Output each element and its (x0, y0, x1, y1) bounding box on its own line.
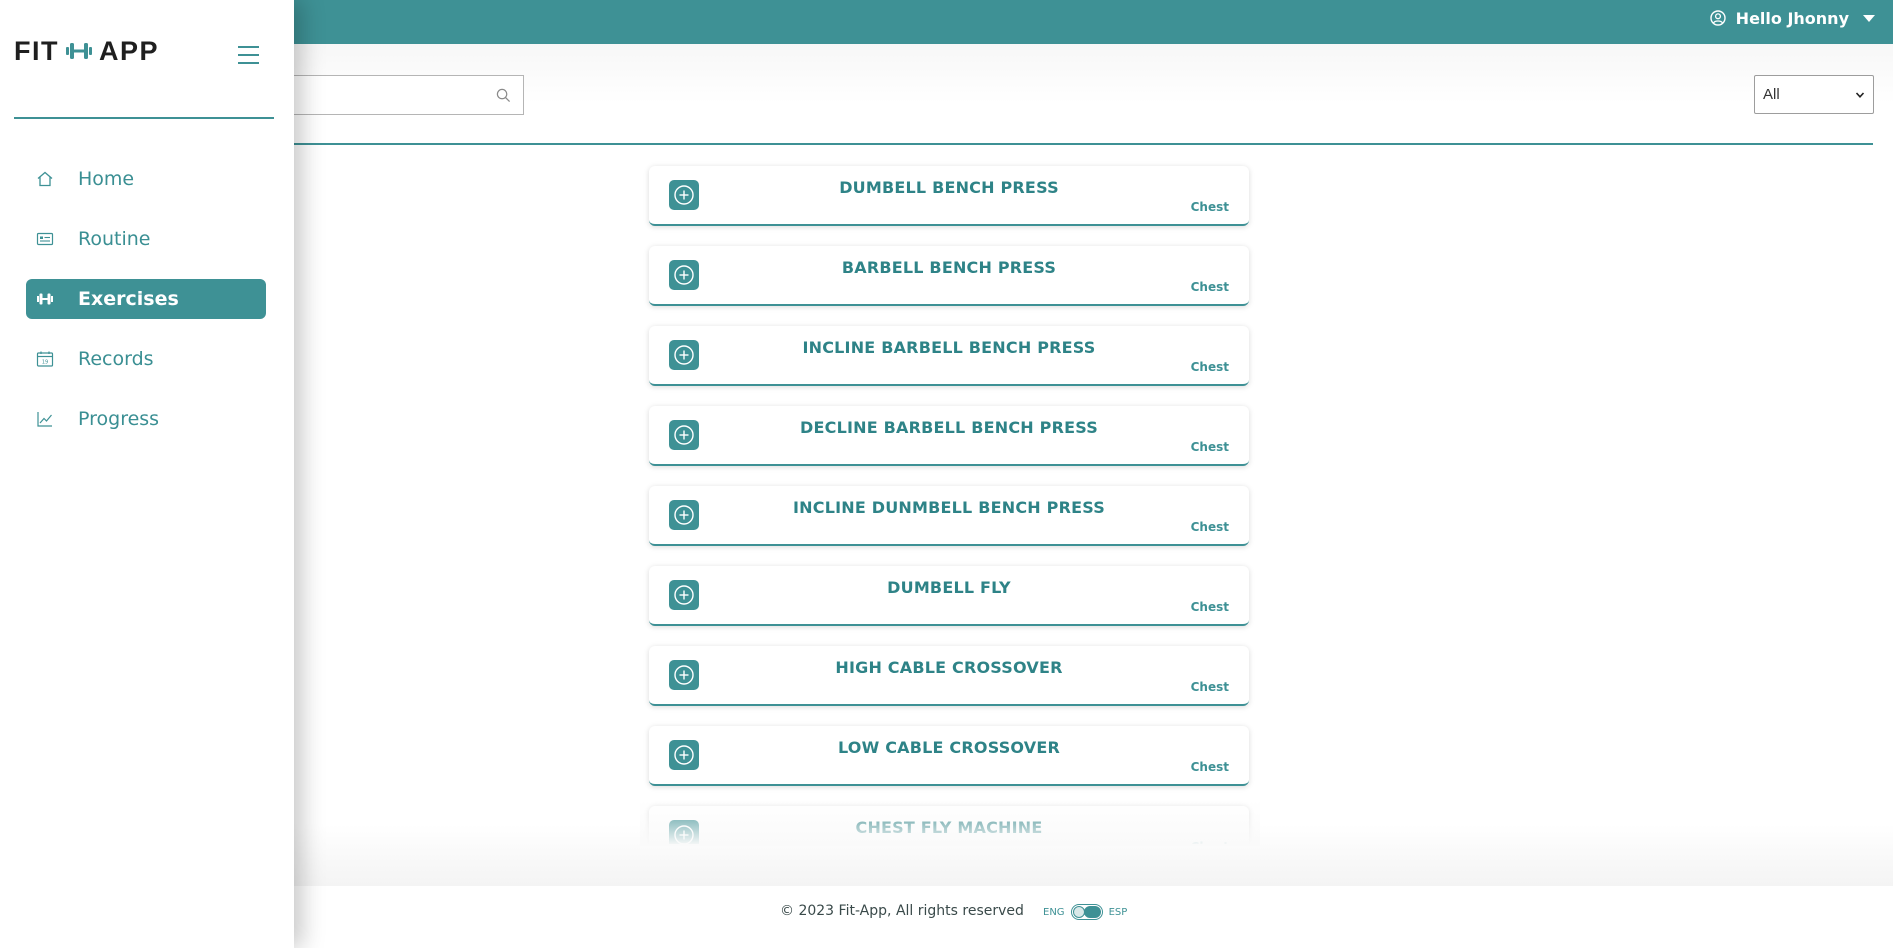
muscle-filter-select[interactable]: All (1754, 75, 1874, 114)
dumbbell-logo-icon (66, 43, 92, 59)
exercise-name: DUMBELL BENCH PRESS (839, 178, 1059, 197)
exercise-name: HIGH CABLE CROSSOVER (835, 658, 1063, 677)
user-menu[interactable]: Hello Jhonny (1709, 0, 1875, 36)
exercise-muscle-tag: Chest (1190, 760, 1229, 774)
dumbbell-icon (37, 293, 53, 305)
chevron-down-icon (1855, 91, 1865, 98)
language-switch: ENG ESP (1043, 904, 1127, 920)
copyright-text: © 2023 Fit-App, All rights reserved (780, 903, 1024, 919)
sidebar-divider (14, 117, 274, 119)
exercise-card[interactable]: DUMBELL BENCH PRESS Chest (649, 166, 1249, 226)
exercise-muscle-tag: Chest (1191, 840, 1229, 844)
sidebar-item-exercises[interactable]: Exercises (26, 279, 266, 319)
sidebar-item-label: Exercises (78, 288, 179, 310)
exercise-list[interactable]: DUMBELL BENCH PRESS Chest BARBELL BENCH PR… (640, 160, 1260, 844)
toggle-knob (1072, 906, 1085, 918)
lang-label-esp: ESP (1108, 906, 1128, 918)
exercise-card[interactable]: INCLINE DUNMBELL BENCH PRESS Chest (649, 486, 1249, 546)
exercise-name: LOW CABLE CROSSOVER (837, 738, 1061, 757)
lang-label-eng: ENG (1043, 906, 1065, 918)
sidebar-item-label: Routine (78, 228, 151, 250)
calendar-icon: 19 (36, 351, 54, 367)
routine-card-icon (36, 232, 54, 246)
sidebar-item-label: Home (78, 168, 135, 190)
logo-text-app: APP (99, 35, 160, 66)
sidebar-item-label: Progress (78, 408, 160, 430)
exercise-card[interactable]: INCLINE BARBELL BENCH PRESS Chest (649, 326, 1249, 386)
menu-toggle-icon[interactable] (238, 46, 260, 64)
exercise-muscle-tag: Chest (1190, 440, 1229, 454)
sidebar-item-progress[interactable]: Progress (26, 399, 266, 439)
exercise-name: DUMBELL FLY (887, 578, 1011, 597)
exercise-card[interactable]: HIGH CABLE CROSSOVER Chest (649, 646, 1249, 706)
user-greeting: Hello Jhonny (1735, 8, 1849, 28)
filter-selected-value: All (1763, 86, 1780, 103)
content-divider (240, 143, 1873, 145)
search-icon[interactable] (496, 88, 511, 103)
language-toggle[interactable] (1070, 904, 1103, 920)
exercise-name: DECLINE BARBELL BENCH PRESS (800, 418, 1098, 437)
exercise-card[interactable]: CHEST FLY MACHINE Chest (649, 806, 1249, 844)
sidebar-item-label: Records (78, 348, 154, 370)
exercise-muscle-tag: Chest (1190, 520, 1229, 534)
exercise-card[interactable]: LOW CABLE CROSSOVER Chest (649, 726, 1249, 786)
exercise-muscle-tag: Chest (1190, 200, 1229, 214)
svg-text:19: 19 (42, 360, 48, 366)
exercise-muscle-tag: Chest (1190, 600, 1229, 614)
exercise-muscle-tag: Chest (1190, 680, 1229, 694)
sidebar-item-records[interactable]: 19 Records (26, 339, 266, 379)
exercise-card[interactable]: BARBELL BENCH PRESS Chest (649, 246, 1249, 306)
logo-text-fit: FIT (14, 35, 59, 66)
exercise-name: CHEST FLY MACHINE (855, 818, 1043, 837)
user-circle-icon (1709, 10, 1726, 26)
sidebar-item-home[interactable]: Home (26, 159, 266, 199)
chart-line-icon (37, 412, 52, 427)
sidebar: FIT APP Home Routine Exercises 19 Record… (0, 0, 294, 948)
exercise-muscle-tag: Chest (1190, 280, 1229, 294)
exercise-name: INCLINE BARBELL BENCH PRESS (802, 338, 1096, 357)
toggle-fill (1083, 906, 1101, 918)
exercise-muscle-tag: Chest (1190, 360, 1229, 374)
exercise-name: BARBELL BENCH PRESS (841, 258, 1057, 277)
sidebar-item-routine[interactable]: Routine (26, 219, 266, 259)
exercise-card[interactable]: DUMBELL FLY Chest (649, 566, 1249, 626)
exercise-name: INCLINE DUNMBELL BENCH PRESS (793, 498, 1105, 517)
home-icon (37, 171, 53, 187)
exercise-card[interactable]: DECLINE BARBELL BENCH PRESS Chest (649, 406, 1249, 466)
caret-down-icon (1863, 14, 1875, 22)
app-logo[interactable]: FIT APP (14, 36, 159, 66)
